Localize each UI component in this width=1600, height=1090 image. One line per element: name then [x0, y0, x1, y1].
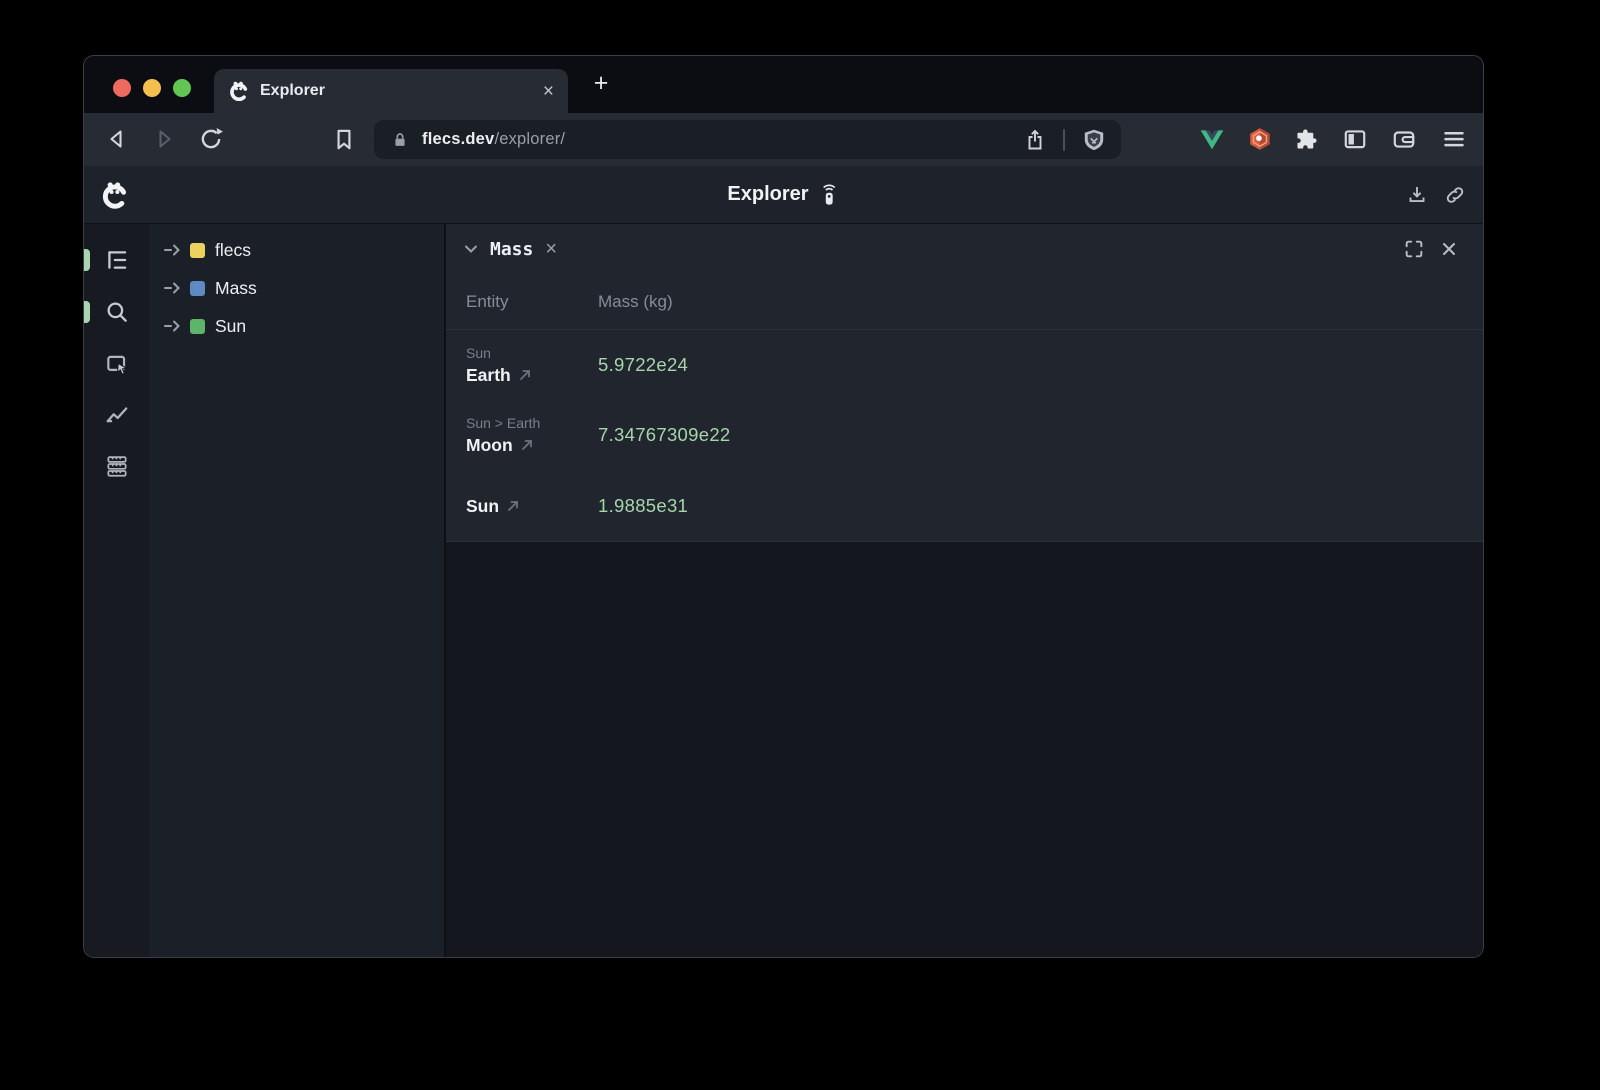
entity-name: Sun	[466, 494, 499, 518]
extensions-puzzle-icon[interactable]	[1294, 126, 1320, 152]
table-row[interactable]: Sun Earth 5.9722e24	[446, 330, 1483, 400]
expand-arrow-icon[interactable]	[162, 280, 184, 296]
entity-tree-panel: flecs Mass Sun	[149, 224, 446, 957]
left-icon-rail	[84, 224, 149, 957]
goto-entity-icon[interactable]	[520, 438, 534, 452]
panel-close-icon[interactable]	[1439, 239, 1459, 259]
goto-entity-icon[interactable]	[518, 368, 532, 382]
column-header-entity: Entity	[466, 292, 598, 312]
expand-arrow-icon[interactable]	[162, 242, 184, 258]
tab-title: Explorer	[260, 82, 325, 100]
table-row[interactable]: Sun 1.9885e31	[446, 470, 1483, 541]
flecs-logo-icon	[100, 180, 130, 210]
forward-button[interactable]	[151, 126, 177, 152]
new-tab-button[interactable]: +	[587, 70, 615, 98]
tree-view-icon[interactable]	[104, 247, 130, 273]
tree-item-mass[interactable]: Mass	[149, 269, 444, 307]
flecs-favicon-icon	[228, 80, 250, 102]
maximize-window-button[interactable]	[173, 79, 191, 97]
tree-item-label: flecs	[215, 240, 251, 261]
inspector-icon[interactable]	[104, 352, 130, 378]
rows-list-icon[interactable]	[104, 453, 130, 479]
table-header-row: Entity Mass (kg)	[446, 274, 1483, 330]
query-panel: Mass × Entity Mass (kg)	[446, 224, 1483, 957]
share-icon[interactable]	[1023, 128, 1047, 152]
browser-tab-explorer[interactable]: Explorer ×	[214, 69, 568, 113]
goto-entity-icon[interactable]	[506, 499, 520, 513]
entity-color-swatch	[190, 319, 205, 334]
menu-hamburger-icon[interactable]	[1441, 126, 1467, 152]
mass-value: 5.9722e24	[598, 354, 1483, 376]
address-bar-divider	[1063, 129, 1065, 151]
download-icon[interactable]	[1405, 183, 1429, 207]
explorer-header: Explorer	[84, 166, 1483, 224]
query-search-icon[interactable]	[104, 299, 130, 325]
sidebar-toggle-icon[interactable]	[1342, 126, 1368, 152]
main-content: flecs Mass Sun	[84, 224, 1483, 957]
tab-strip: Explorer × +	[84, 56, 1483, 113]
tab-close-icon[interactable]: ×	[543, 82, 554, 101]
query-close-icon[interactable]: ×	[545, 239, 557, 259]
query-title: Mass	[490, 239, 533, 260]
close-window-button[interactable]	[113, 79, 131, 97]
brave-shield-icon[interactable]	[1081, 127, 1107, 153]
mass-value: 7.34767309e22	[598, 424, 1483, 446]
browser-window: Explorer × + flecs.dev/explorer/	[83, 55, 1484, 958]
url-domain: flecs.dev	[422, 130, 494, 148]
tree-panel-active-pill	[84, 249, 90, 271]
back-button[interactable]	[104, 126, 130, 152]
tree-item-sun[interactable]: Sun	[149, 307, 444, 345]
query-card-header: Mass ×	[446, 224, 1483, 274]
tree-item-label: Sun	[215, 316, 246, 337]
mass-value: 1.9885e31	[598, 495, 1483, 517]
page-title: Explorer	[727, 182, 839, 208]
stats-chart-icon[interactable]	[104, 400, 130, 426]
reload-button[interactable]	[198, 126, 224, 152]
entity-name: Moon	[466, 433, 513, 457]
tree-item-label: Mass	[215, 278, 257, 299]
entity-color-swatch	[190, 243, 205, 258]
column-header-mass: Mass (kg)	[598, 292, 1483, 312]
vue-devtools-extension-icon[interactable]	[1199, 126, 1225, 152]
link-icon[interactable]	[1443, 183, 1467, 207]
remote-connection-icon[interactable]	[818, 182, 840, 208]
hexagon-extension-icon[interactable]	[1247, 126, 1273, 152]
query-panel-active-pill	[84, 301, 90, 323]
entity-color-swatch	[190, 281, 205, 296]
page-title-text: Explorer	[727, 183, 808, 206]
table-row[interactable]: Sun > Earth Moon 7.34767309e22	[446, 400, 1483, 470]
query-result-card: Mass × Entity Mass (kg)	[446, 224, 1483, 542]
entity-parent-path: Sun > Earth	[466, 414, 598, 433]
browser-toolbar: flecs.dev/explorer/	[84, 113, 1483, 166]
entity-name: Earth	[466, 363, 511, 387]
traffic-lights	[113, 79, 191, 97]
fullscreen-icon[interactable]	[1403, 238, 1425, 260]
chevron-down-icon[interactable]	[462, 240, 480, 258]
lock-icon	[390, 130, 410, 150]
bookmark-icon[interactable]	[331, 126, 357, 152]
expand-arrow-icon[interactable]	[162, 318, 184, 334]
entity-parent-path: Sun	[466, 344, 598, 363]
url-path: /explorer/	[494, 130, 565, 148]
url-text: flecs.dev/explorer/	[422, 130, 565, 149]
wallet-icon[interactable]	[1391, 126, 1417, 152]
tree-item-flecs[interactable]: flecs	[149, 231, 444, 269]
address-bar[interactable]: flecs.dev/explorer/	[374, 120, 1121, 159]
minimize-window-button[interactable]	[143, 79, 161, 97]
